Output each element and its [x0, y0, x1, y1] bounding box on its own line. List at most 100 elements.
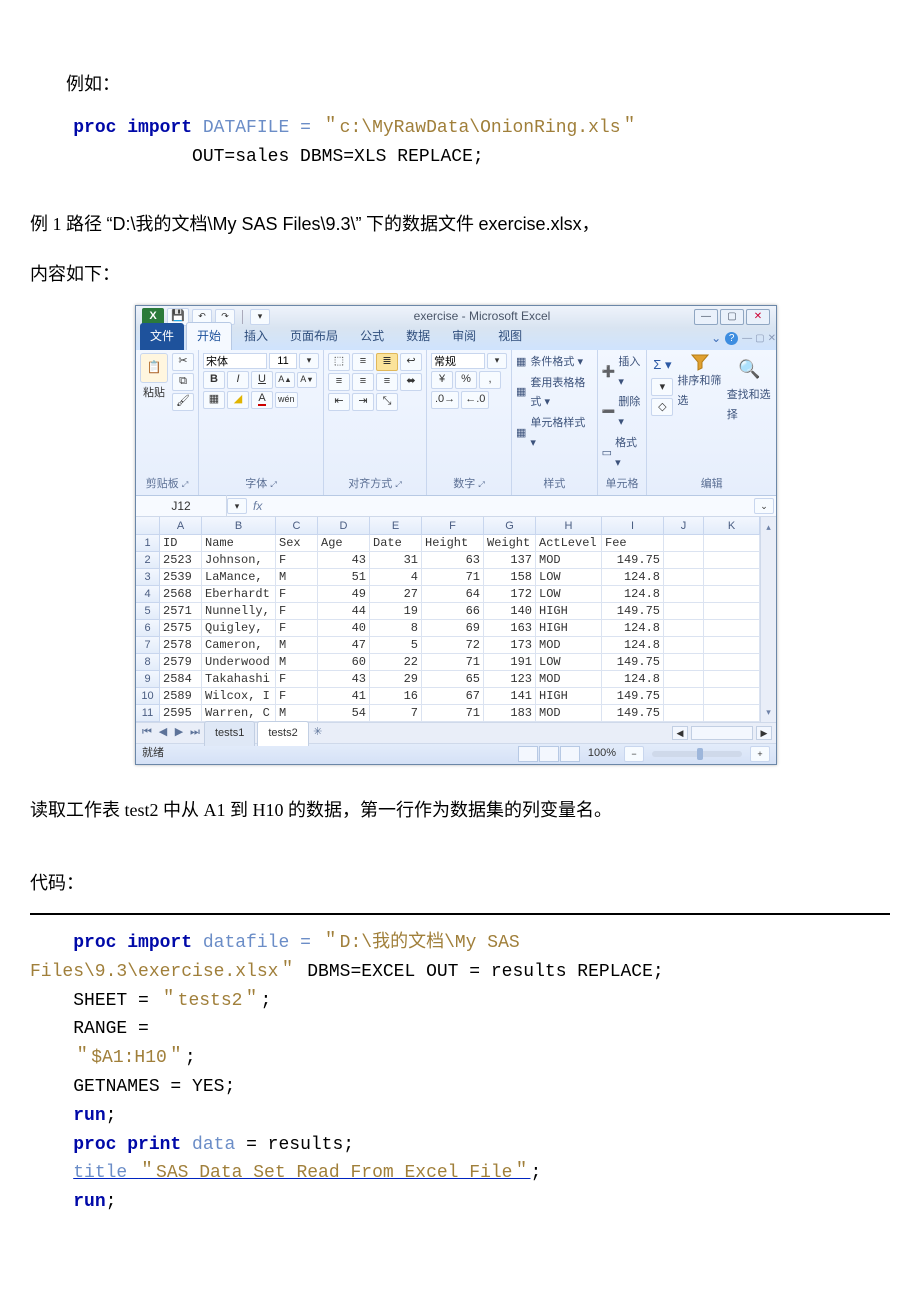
- bold-icon[interactable]: B: [203, 371, 225, 389]
- cell[interactable]: 65: [422, 671, 484, 688]
- sheet-first-icon[interactable]: ⏮: [140, 726, 154, 740]
- close-button[interactable]: ✕: [746, 309, 770, 325]
- cell[interactable]: 4: [370, 569, 422, 586]
- row-header[interactable]: 8: [136, 654, 160, 671]
- tab-file[interactable]: 文件: [140, 323, 184, 350]
- cell[interactable]: 2578: [160, 637, 202, 654]
- cell[interactable]: Sex: [276, 535, 318, 552]
- hscroll-left-icon[interactable]: ◀: [672, 726, 688, 740]
- currency-icon[interactable]: ¥: [431, 371, 453, 389]
- column-header[interactable]: H: [536, 517, 602, 535]
- grow-font-icon[interactable]: A▲: [275, 372, 295, 388]
- cell[interactable]: 2539: [160, 569, 202, 586]
- row-header[interactable]: 6: [136, 620, 160, 637]
- sheet-next-icon[interactable]: ▶: [172, 726, 186, 740]
- align-top-icon[interactable]: ⬚: [328, 353, 350, 371]
- underline-icon[interactable]: U: [251, 371, 273, 389]
- minimize-ribbon-icon[interactable]: ⌄: [711, 328, 721, 350]
- column-header[interactable]: A: [160, 517, 202, 535]
- cell[interactable]: 40: [318, 620, 370, 637]
- cell[interactable]: 69: [422, 620, 484, 637]
- cell[interactable]: MOD: [536, 705, 602, 722]
- row-header[interactable]: 4: [136, 586, 160, 603]
- tab-review[interactable]: 审阅: [442, 323, 486, 350]
- find-select-label[interactable]: 查找和选择: [727, 386, 772, 426]
- column-header[interactable]: G: [484, 517, 536, 535]
- cell[interactable]: [664, 569, 704, 586]
- sheet-last-icon[interactable]: ⏭: [188, 726, 202, 740]
- cell[interactable]: M: [276, 637, 318, 654]
- cell[interactable]: 71: [422, 705, 484, 722]
- cell[interactable]: F: [276, 671, 318, 688]
- namebox-dropdown-icon[interactable]: ▾: [227, 498, 247, 514]
- cell[interactable]: Underwood: [202, 654, 276, 671]
- tab-insert[interactable]: 插入: [234, 323, 278, 350]
- cell[interactable]: [704, 552, 760, 569]
- column-header[interactable]: E: [370, 517, 422, 535]
- cell[interactable]: [664, 654, 704, 671]
- dec-decimal-icon[interactable]: ←.0: [461, 391, 489, 409]
- horizontal-scrollbar[interactable]: ◀ ▶: [327, 726, 776, 740]
- workbook-min-icon[interactable]: —: [742, 330, 752, 348]
- paste-label[interactable]: 粘贴: [143, 384, 165, 404]
- cell[interactable]: Takahashi: [202, 671, 276, 688]
- zoom-out-icon[interactable]: −: [624, 746, 644, 762]
- cell[interactable]: 8: [370, 620, 422, 637]
- cell[interactable]: Nunnelly,: [202, 603, 276, 620]
- cell[interactable]: [664, 671, 704, 688]
- cell[interactable]: Eberhardt: [202, 586, 276, 603]
- cell[interactable]: 29: [370, 671, 422, 688]
- zoom-slider[interactable]: [652, 751, 742, 757]
- scroll-down-icon[interactable]: ▾: [766, 704, 771, 720]
- border-icon[interactable]: ▦: [203, 391, 225, 409]
- cell[interactable]: [664, 705, 704, 722]
- row-header[interactable]: 10: [136, 688, 160, 705]
- scroll-up-icon[interactable]: ▴: [766, 519, 771, 535]
- cell[interactable]: 2568: [160, 586, 202, 603]
- clear-icon[interactable]: ◇: [651, 398, 673, 416]
- select-all-corner[interactable]: [136, 517, 160, 535]
- sort-filter-icon[interactable]: [690, 353, 710, 371]
- cell[interactable]: 49: [318, 586, 370, 603]
- indent-inc-icon[interactable]: ⇥: [352, 393, 374, 411]
- cell[interactable]: ActLevel: [536, 535, 602, 552]
- view-layout-icon[interactable]: [539, 746, 559, 762]
- cell[interactable]: Age: [318, 535, 370, 552]
- tab-formula[interactable]: 公式: [350, 323, 394, 350]
- sheet-prev-icon[interactable]: ◀: [156, 726, 170, 740]
- cell[interactable]: 41: [318, 688, 370, 705]
- italic-icon[interactable]: I: [227, 371, 249, 389]
- cell[interactable]: 22: [370, 654, 422, 671]
- cell[interactable]: 2579: [160, 654, 202, 671]
- sort-filter-label[interactable]: 排序和筛选: [677, 372, 722, 412]
- cell-style-button[interactable]: ▦ 单元格样式 ▾: [516, 414, 593, 454]
- cell[interactable]: 43: [318, 671, 370, 688]
- inc-decimal-icon[interactable]: .0→: [431, 391, 459, 409]
- maximize-button[interactable]: ▢: [720, 309, 744, 325]
- minimize-button[interactable]: —: [694, 309, 718, 325]
- cell[interactable]: 173: [484, 637, 536, 654]
- cell[interactable]: 149.75: [602, 688, 664, 705]
- align-left-icon[interactable]: ≡: [328, 373, 350, 391]
- cell[interactable]: 66: [422, 603, 484, 620]
- phonetic-icon[interactable]: wén: [275, 392, 298, 408]
- cell[interactable]: 71: [422, 569, 484, 586]
- autosum-icon[interactable]: Σ ▾: [653, 353, 671, 376]
- cell[interactable]: [664, 586, 704, 603]
- row-header[interactable]: 7: [136, 637, 160, 654]
- format-painter-icon[interactable]: 🖌: [172, 393, 194, 411]
- number-format-input[interactable]: [431, 353, 485, 369]
- cell[interactable]: 67: [422, 688, 484, 705]
- view-break-icon[interactable]: [560, 746, 580, 762]
- workbook-max-icon[interactable]: ▢: [755, 330, 764, 348]
- cell[interactable]: Cameron,: [202, 637, 276, 654]
- cell[interactable]: [704, 586, 760, 603]
- formula-input[interactable]: [268, 498, 754, 514]
- cell[interactable]: [704, 705, 760, 722]
- column-header[interactable]: K: [704, 517, 760, 535]
- merge-icon[interactable]: ⬌: [400, 373, 422, 391]
- cell[interactable]: [664, 535, 704, 552]
- cell[interactable]: 72: [422, 637, 484, 654]
- cell[interactable]: 149.75: [602, 603, 664, 620]
- expand-formula-icon[interactable]: ⌄: [754, 498, 774, 514]
